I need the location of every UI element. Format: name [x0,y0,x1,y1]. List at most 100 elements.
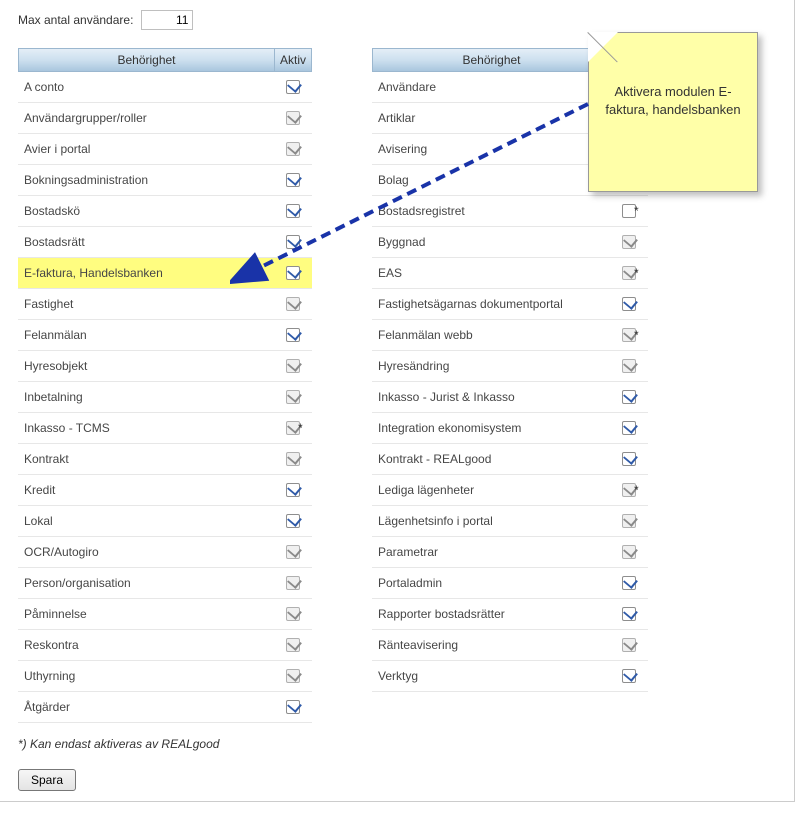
checkbox-fastighet [286,297,300,311]
checkbox-e-faktura[interactable] [286,266,300,280]
row-label-portaladmin: Portaladmin [372,568,610,599]
spacer [312,289,372,320]
spacer [312,134,372,165]
row-label-bolag: Bolag [372,165,610,196]
checkbox-parametrar [622,545,636,559]
checkbox-bostadsratt[interactable] [286,235,300,249]
spacer [312,692,372,723]
checkbox-hyresandring [622,359,636,373]
spacer [312,382,372,413]
checkbox-lagenhetsinfo [622,514,636,528]
row-label-anvandare: Användare [372,72,610,103]
spacer [312,413,372,444]
header-behorighet-left: Behörighet [18,48,274,72]
checkbox-kredit[interactable] [286,483,300,497]
row-label-lokal: Lokal [18,506,274,537]
row-label-verktyg: Verktyg [372,661,610,692]
row-label-inkasso-tcms: Inkasso - TCMS [18,413,274,444]
checkbox-fastighetsagarnas[interactable] [622,297,636,311]
header-aktiv-left: Aktiv [274,48,312,72]
star-eas: * [634,266,639,280]
row-chk-inkasso-jurist [610,382,648,413]
row-label-paminnelse: Påminnelse [18,599,274,630]
spacer [312,258,372,289]
checkbox-kontrakt-realgood[interactable] [622,452,636,466]
callout-box: Aktivera modulen E-faktura, handelsbanke… [588,32,758,192]
row-label-kredit: Kredit [18,475,274,506]
row-chk-person-org [274,568,312,599]
spacer [312,661,372,692]
footnote: *) Kan endast aktiveras av REALgood [18,737,776,751]
row-chk-ranteavisering [610,630,648,661]
checkbox-verktyg[interactable] [622,669,636,683]
spacer [312,537,372,568]
row-chk-anvandargrupper [274,103,312,134]
row-chk-lagenhetsinfo [610,506,648,537]
row-label-kontrakt: Kontrakt [18,444,274,475]
row-chk-lokal [274,506,312,537]
row-chk-inbetalning [274,382,312,413]
header-behorighet-right: Behörighet [372,48,610,72]
spacer [312,475,372,506]
row-label-fastighetsagarnas: Fastighetsägarnas dokumentportal [372,289,610,320]
row-label-uthyrning: Uthyrning [18,661,274,692]
row-label-lediga-lagenheter: Lediga lägenheter [372,475,610,506]
spacer [312,630,372,661]
header-spacer [312,48,372,72]
row-chk-bokningsadmin [274,165,312,196]
checkbox-felanmalan[interactable] [286,328,300,342]
checkbox-bokningsadmin[interactable] [286,173,300,187]
row-label-reskontra: Reskontra [18,630,274,661]
row-chk-fastighet [274,289,312,320]
checkbox-atgarder[interactable] [286,700,300,714]
row-chk-eas: * [610,258,648,289]
checkbox-person-org [286,576,300,590]
spacer [312,351,372,382]
row-label-integration-ekonom: Integration ekonomisystem [372,413,610,444]
checkbox-portaladmin[interactable] [622,576,636,590]
row-label-ranteavisering: Ränteavisering [372,630,610,661]
row-chk-bostadsko [274,196,312,227]
row-chk-paminnelse [274,599,312,630]
checkbox-avier-portal [286,142,300,156]
row-chk-inkasso-tcms: * [274,413,312,444]
spacer [312,568,372,599]
checkbox-inkasso-jurist[interactable] [622,390,636,404]
row-chk-rapporter-bostadsratter [610,599,648,630]
row-label-felanmalan-webb: Felanmälan webb [372,320,610,351]
row-label-person-org: Person/organisation [18,568,274,599]
checkbox-byggnad [622,235,636,249]
row-label-parametrar: Parametrar [372,537,610,568]
checkbox-a-conto[interactable] [286,80,300,94]
row-label-lagenhetsinfo: Lägenhetsinfo i portal [372,506,610,537]
row-label-artiklar: Artiklar [372,103,610,134]
row-chk-hyresobjekt [274,351,312,382]
spacer [312,320,372,351]
callout-text: Aktivera modulen E-faktura, handelsbanke… [605,84,740,117]
spacer [312,506,372,537]
spacer [312,72,372,103]
spacer [312,103,372,134]
checkbox-bostadsko[interactable] [286,204,300,218]
row-label-bokningsadmin: Bokningsadministration [18,165,274,196]
save-button[interactable]: Spara [18,769,76,791]
checkbox-rapporter-bostadsratter[interactable] [622,607,636,621]
checkbox-lokal[interactable] [286,514,300,528]
spacer [312,165,372,196]
row-label-bostadsko: Bostadskö [18,196,274,227]
row-chk-bostadsregistret: * [610,196,648,227]
row-label-eas: EAS [372,258,610,289]
row-chk-integration-ekonom [610,413,648,444]
row-chk-hyresandring [610,351,648,382]
row-label-kontrakt-realgood: Kontrakt - REALgood [372,444,610,475]
row-chk-reskontra [274,630,312,661]
row-label-hyresandring: Hyresändring [372,351,610,382]
checkbox-integration-ekonom[interactable] [622,421,636,435]
row-label-anvandargrupper: Användargrupper/roller [18,103,274,134]
checkbox-reskontra [286,638,300,652]
checkbox-anvandargrupper [286,111,300,125]
row-label-hyresobjekt: Hyresobjekt [18,351,274,382]
checkbox-kontrakt [286,452,300,466]
row-label-byggnad: Byggnad [372,227,610,258]
max-users-input[interactable] [141,10,193,30]
